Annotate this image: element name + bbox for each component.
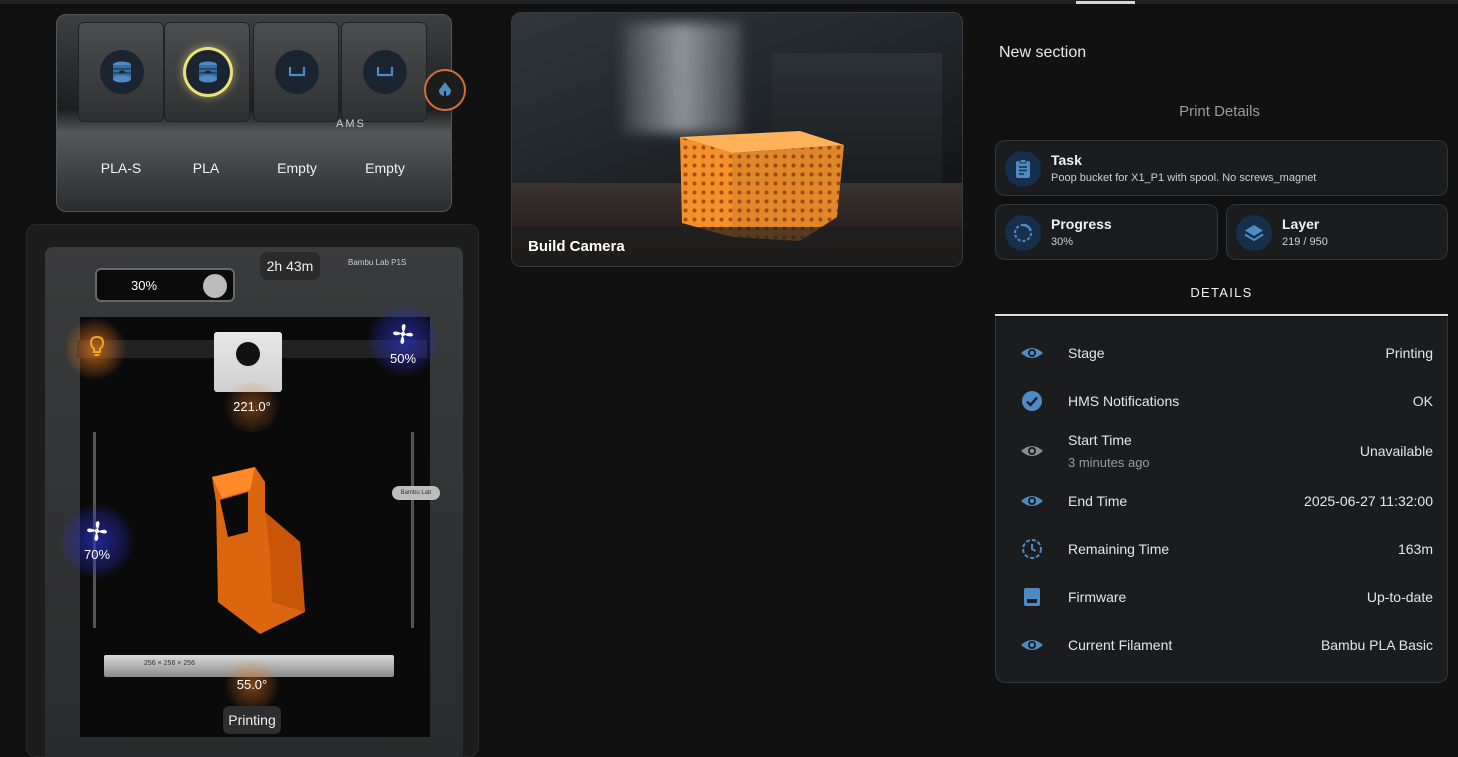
active-view-indicator: [1076, 1, 1135, 4]
detail-label: End Time: [1068, 493, 1128, 509]
progress-title: Progress: [1051, 216, 1112, 232]
dashboard: AMS PLA-S PLA Empty Empty 30% 2h 43m Bam…: [0, 0, 1458, 757]
fan-icon[interactable]: [392, 323, 414, 345]
spool-icon: [100, 50, 144, 94]
eye-icon: [1021, 496, 1043, 506]
task-card[interactable]: Task Poop bucket for X1_P1 with spool. N…: [995, 140, 1448, 196]
layers-icon: [1236, 215, 1272, 251]
spool-icon: [186, 50, 230, 94]
empty-tray-icon: [275, 50, 319, 94]
detail-value: 163m: [1397, 541, 1433, 557]
detail-row-hms-notifications[interactable]: HMS Notifications OK: [996, 377, 1449, 425]
detail-row-firmware[interactable]: Firmware Up-to-date: [996, 573, 1449, 621]
progress-card[interactable]: Progress 30%: [995, 204, 1218, 260]
section-title: New section: [999, 44, 1087, 61]
detail-label: Start Time: [1068, 432, 1132, 448]
detail-label: Firmware: [1068, 589, 1127, 605]
bed-temperature[interactable]: 55.0°: [222, 677, 282, 692]
detail-value: Printing: [1385, 345, 1433, 361]
control-knob: [203, 274, 227, 298]
detail-label: Remaining Time: [1068, 541, 1170, 557]
detail-label: HMS Notifications: [1068, 393, 1180, 409]
build-camera-card[interactable]: Build Camera: [511, 12, 963, 267]
ams-slot-4[interactable]: [341, 22, 427, 122]
ams-unit: AMS PLA-S PLA Empty Empty: [56, 14, 452, 212]
ams-slot-2-label: PLA: [192, 160, 220, 176]
remaining-time-pill: 2h 43m: [260, 252, 320, 280]
detail-value: Bambu PLA Basic: [1320, 637, 1433, 653]
layer-card[interactable]: Layer 219 / 950: [1226, 204, 1448, 260]
camera-toolhead-blur: [622, 23, 742, 133]
detail-row-end-time[interactable]: End Time 2025-06-27 11:32:00: [996, 477, 1449, 525]
tab-details-label: DETAILS: [1190, 285, 1253, 300]
detail-sub-label: 3 minutes ago: [1068, 455, 1150, 470]
tab-details[interactable]: DETAILS: [995, 277, 1448, 317]
ams-slot-4-label: Empty: [365, 160, 405, 176]
details-panel: Stage Printing HMS Notifications OK Star…: [995, 317, 1448, 683]
right-rod: [411, 432, 414, 628]
camera-title: Build Camera: [528, 238, 625, 255]
firmware-icon: [1024, 588, 1040, 606]
aux-fan-speed: 50%: [389, 351, 417, 366]
empty-tray-icon: [363, 50, 407, 94]
plate-label: 256 × 256 × 256: [144, 660, 195, 667]
ams-slot-2[interactable]: [164, 22, 250, 122]
print-model-preview: [212, 467, 305, 634]
detail-row-start-time[interactable]: Start Time 3 minutes ago Unavailable: [996, 425, 1449, 477]
printed-basket: [680, 131, 844, 241]
timer-icon: [1022, 539, 1042, 559]
part-fan-speed: 70%: [83, 547, 111, 562]
detail-value: Unavailable: [1359, 443, 1433, 459]
eye-icon: [1021, 640, 1043, 650]
task-value: Poop bucket for X1_P1 with spool. No scr…: [1051, 172, 1317, 184]
detail-value: OK: [1412, 393, 1433, 409]
detail-value: 2025-06-27 11:32:00: [1304, 493, 1433, 509]
print-status-pill: Printing: [223, 706, 281, 734]
ams-slot-3-label: Empty: [277, 160, 317, 176]
detail-row-current-filament[interactable]: Current Filament Bambu PLA Basic: [996, 621, 1449, 669]
humidity-drop-icon[interactable]: [424, 69, 466, 111]
eye-icon: [1021, 348, 1043, 358]
ams-slot-1[interactable]: [78, 22, 164, 122]
ams-brand-label: AMS: [336, 118, 366, 130]
printer-screen: 30%: [95, 268, 235, 302]
detail-label: Current Filament: [1068, 637, 1173, 653]
lightbulb-icon[interactable]: [86, 334, 108, 358]
detail-value: Up-to-date: [1366, 589, 1433, 605]
progress-value: 30%: [1051, 236, 1074, 248]
ams-slot-3[interactable]: [253, 22, 339, 122]
clipboard-icon: [1005, 151, 1041, 187]
detail-label: Stage: [1068, 345, 1105, 361]
side-brand-tag: Bambu Lab: [392, 486, 440, 500]
layer-title: Layer: [1282, 216, 1320, 232]
progress-ring-icon: [1005, 215, 1041, 251]
screen-progress: 30%: [130, 278, 158, 293]
detail-row-stage[interactable]: Stage Printing: [996, 329, 1449, 377]
task-title: Task: [1051, 152, 1082, 168]
fan-icon[interactable]: [86, 520, 108, 542]
hotend-fan: [236, 342, 260, 366]
check-circle-icon: [1022, 391, 1042, 411]
detail-row-remaining-time[interactable]: Remaining Time 163m: [996, 525, 1449, 573]
printer-brand-label: Bambu Lab P1S: [348, 258, 407, 267]
ams-slot-1-label: PLA-S: [100, 160, 142, 176]
nozzle-temperature[interactable]: 221.0°: [222, 399, 282, 414]
tab-active-underline: [995, 314, 1448, 316]
layer-value: 219 / 950: [1282, 236, 1328, 248]
eye-icon: [1021, 446, 1043, 456]
top-bar: [0, 0, 1458, 4]
print-details-heading: Print Details: [1179, 103, 1260, 120]
